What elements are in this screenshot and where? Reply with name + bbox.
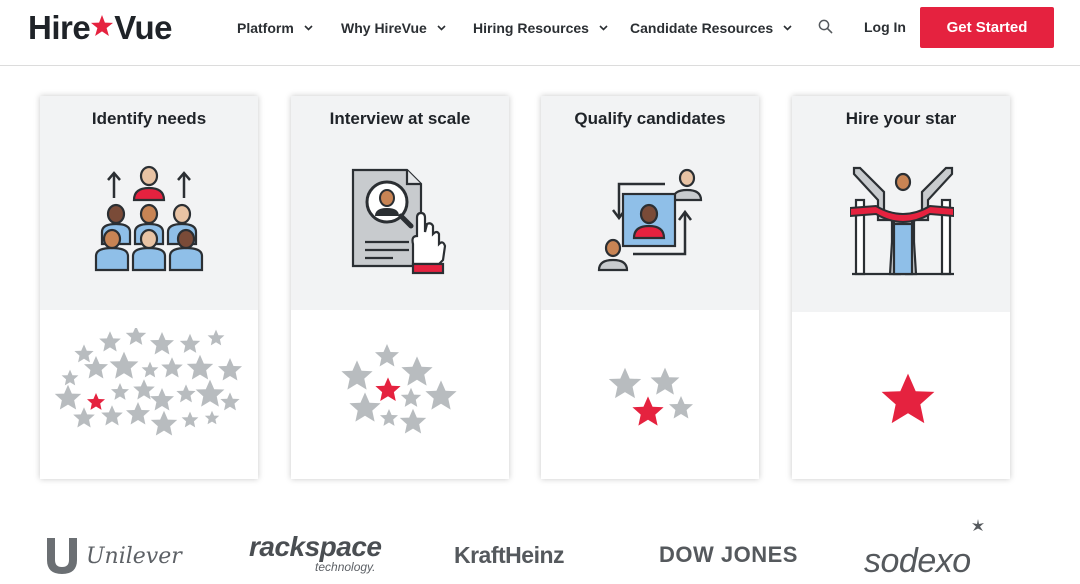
nav-candidate-resources[interactable]: Candidate Resources bbox=[630, 20, 792, 36]
sodexo-star-icon bbox=[972, 519, 984, 531]
chevron-down-icon bbox=[783, 25, 792, 31]
logo-star-icon bbox=[91, 15, 114, 36]
rackspace-subtext: technology. bbox=[315, 560, 376, 574]
team-hierarchy-icon bbox=[94, 165, 204, 272]
candidate-exchange-icon bbox=[597, 168, 703, 272]
rackspace-logo: rackspace technology. bbox=[249, 531, 382, 575]
card-title: Qualify candidates bbox=[574, 109, 726, 128]
get-started-button[interactable]: Get Started bbox=[920, 7, 1054, 48]
card-interview-at-scale: Interview at scale bbox=[291, 96, 509, 479]
nav-candidate-label: Candidate Resources bbox=[630, 20, 774, 36]
nav-hiring-resources[interactable]: Hiring Resources bbox=[473, 20, 608, 36]
nav-why-label: Why HireVue bbox=[341, 20, 427, 36]
rackspace-text: rackspace bbox=[249, 531, 382, 562]
client-logos: Unilever rackspace technology. KraftHein… bbox=[0, 520, 1080, 584]
chevron-down-icon bbox=[599, 25, 608, 31]
dowjones-logo: DOW JONES bbox=[659, 542, 798, 567]
chevron-down-icon bbox=[437, 25, 446, 31]
nav-platform[interactable]: Platform bbox=[237, 20, 313, 36]
card-title: Interview at scale bbox=[329, 109, 471, 128]
document-magnifier-icon bbox=[351, 168, 447, 275]
star-cloud-many bbox=[54, 328, 242, 436]
search-icon[interactable] bbox=[818, 19, 833, 34]
card-qualify-candidates: Qualify candidates bbox=[541, 96, 759, 479]
unilever-logo: Unilever bbox=[44, 536, 182, 576]
unilever-text: Unilever bbox=[86, 543, 182, 569]
sodexo-logo: sodexo bbox=[864, 542, 971, 580]
card-title: Identify needs bbox=[91, 109, 207, 128]
card-hire-your-star: Hire your star bbox=[792, 96, 1010, 479]
chevron-down-icon bbox=[304, 25, 313, 31]
site-header: Hire Vue Platform Why HireVue Hiring Res… bbox=[0, 0, 1080, 66]
unilever-u-icon bbox=[47, 538, 77, 574]
star-cloud-one bbox=[881, 373, 935, 424]
hirevue-logo[interactable]: Hire Vue bbox=[28, 8, 172, 48]
finish-line-winner-icon bbox=[850, 166, 954, 276]
nav-why-hirevue[interactable]: Why HireVue bbox=[341, 20, 446, 36]
star-cloud-few bbox=[608, 367, 693, 426]
nav-hiring-label: Hiring Resources bbox=[473, 20, 589, 36]
card-identify-needs: Identify needs bbox=[40, 96, 258, 479]
star-cloud-some bbox=[341, 344, 457, 434]
card-title: Hire your star bbox=[845, 109, 957, 128]
logo-text-left: Hire bbox=[28, 9, 91, 46]
logo-text-right: Vue bbox=[114, 9, 172, 46]
nav-platform-label: Platform bbox=[237, 20, 294, 36]
login-link[interactable]: Log In bbox=[864, 19, 906, 35]
kraftheinz-logo: KraftHeinz bbox=[454, 542, 565, 568]
